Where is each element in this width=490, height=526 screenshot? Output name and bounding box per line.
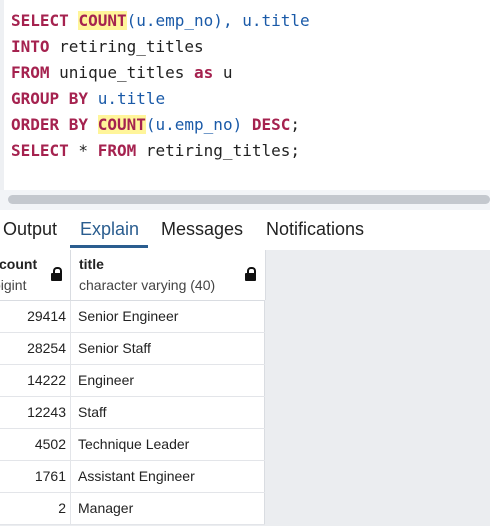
code-token: (u.emp_no), u.title (126, 11, 310, 30)
column-header-title[interactable]: title character varying (40) (71, 250, 266, 300)
cell-count[interactable]: 4502 (0, 429, 71, 460)
code-token: INTO (11, 37, 50, 56)
table-row[interactable]: 12243 Staff (0, 397, 265, 429)
code-token: retiring_titles (49, 37, 204, 56)
sql-code[interactable]: SELECT COUNT(u.emp_no), u.title INTO reti… (11, 8, 310, 164)
code-token: ORDER BY (11, 115, 89, 134)
cell-border (264, 333, 265, 364)
column-name: title (79, 256, 104, 272)
column-header-count[interactable]: count bigint (0, 250, 71, 300)
code-line: GROUP BY u.title (11, 86, 310, 112)
cell-border (264, 429, 265, 460)
table-row[interactable]: 14222 Engineer (0, 365, 265, 397)
column-type: bigint (0, 277, 27, 293)
code-token: FROM (11, 63, 50, 82)
cell-count[interactable]: 14222 (0, 365, 71, 396)
cell-title[interactable]: Technique Leader (78, 429, 189, 460)
code-token: COUNT (97, 115, 146, 134)
editor-horizontal-scrollbar[interactable] (0, 190, 490, 210)
cell-title[interactable]: Senior Engineer (78, 301, 178, 332)
code-token: unique_titles (49, 63, 195, 82)
tab-messages[interactable]: Messages (161, 219, 243, 240)
grid-header: count bigint title character varying (40… (0, 250, 266, 301)
cell-title[interactable]: Staff (78, 397, 107, 428)
table-row[interactable]: 1761 Assistant Engineer (0, 461, 265, 493)
tab-notifications[interactable]: Notifications (266, 219, 364, 240)
column-name: count (0, 256, 38, 272)
code-line: INTO retiring_titles (11, 34, 310, 60)
grid-rows: 29414 Senior Engineer 28254 Senior Staff 142… (0, 301, 265, 525)
cell-count[interactable]: 28254 (0, 333, 71, 364)
lock-icon (51, 267, 62, 281)
cell-count[interactable]: 12243 (0, 397, 71, 428)
lock-icon (245, 267, 256, 281)
tab-output[interactable]: Output (3, 219, 57, 240)
cell-border (264, 493, 265, 524)
cell-count[interactable]: 29414 (0, 301, 71, 332)
sql-editor[interactable]: SELECT COUNT(u.emp_no), u.title INTO reti… (0, 0, 490, 190)
column-type: character varying (40) (79, 277, 216, 293)
active-tab-indicator (70, 245, 148, 248)
table-row[interactable]: 28254 Senior Staff (0, 333, 265, 365)
cell-title[interactable]: Senior Staff (78, 333, 151, 364)
cell-border (264, 301, 265, 332)
code-token: GROUP BY (11, 89, 89, 108)
scrollbar-thumb[interactable] (8, 195, 490, 204)
code-line: FROM unique_titles as u (11, 60, 310, 86)
cell-count[interactable]: 1761 (0, 461, 71, 492)
table-row[interactable]: 29414 Senior Engineer (0, 301, 265, 333)
results-grid: count bigint title character varying (40… (0, 250, 490, 526)
code-token: as (194, 63, 214, 82)
code-line: ORDER BY COUNT(u.emp_no) DESC; (11, 112, 310, 138)
code-token: SELECT (11, 141, 69, 160)
code-token: * (68, 141, 98, 160)
cell-border (264, 461, 265, 492)
code-token: retiring_titles; (136, 141, 300, 160)
cell-title[interactable]: Assistant Engineer (78, 461, 195, 492)
cell-title[interactable]: Manager (78, 493, 133, 524)
code-token: ; (290, 115, 301, 134)
cell-border (264, 365, 265, 396)
code-line: SELECT COUNT(u.emp_no), u.title (11, 8, 310, 34)
cell-title[interactable]: Engineer (78, 365, 134, 396)
table-row[interactable]: 2 Manager (0, 493, 265, 525)
tab-explain[interactable]: Explain (80, 219, 139, 240)
cell-border (264, 397, 265, 428)
code-token: u (213, 63, 233, 82)
cell-count[interactable]: 2 (0, 493, 71, 524)
editor-gutter (0, 0, 4, 190)
table-row[interactable]: 4502 Technique Leader (0, 429, 265, 461)
code-token: FROM (97, 141, 137, 160)
code-line: SELECT * FROM retiring_titles; (11, 138, 310, 164)
code-token: DESC (251, 115, 291, 134)
code-token: SELECT (11, 11, 69, 30)
code-token: (u.emp_no) (145, 115, 252, 134)
code-token: COUNT (78, 11, 127, 30)
code-token: u.title (88, 89, 166, 108)
